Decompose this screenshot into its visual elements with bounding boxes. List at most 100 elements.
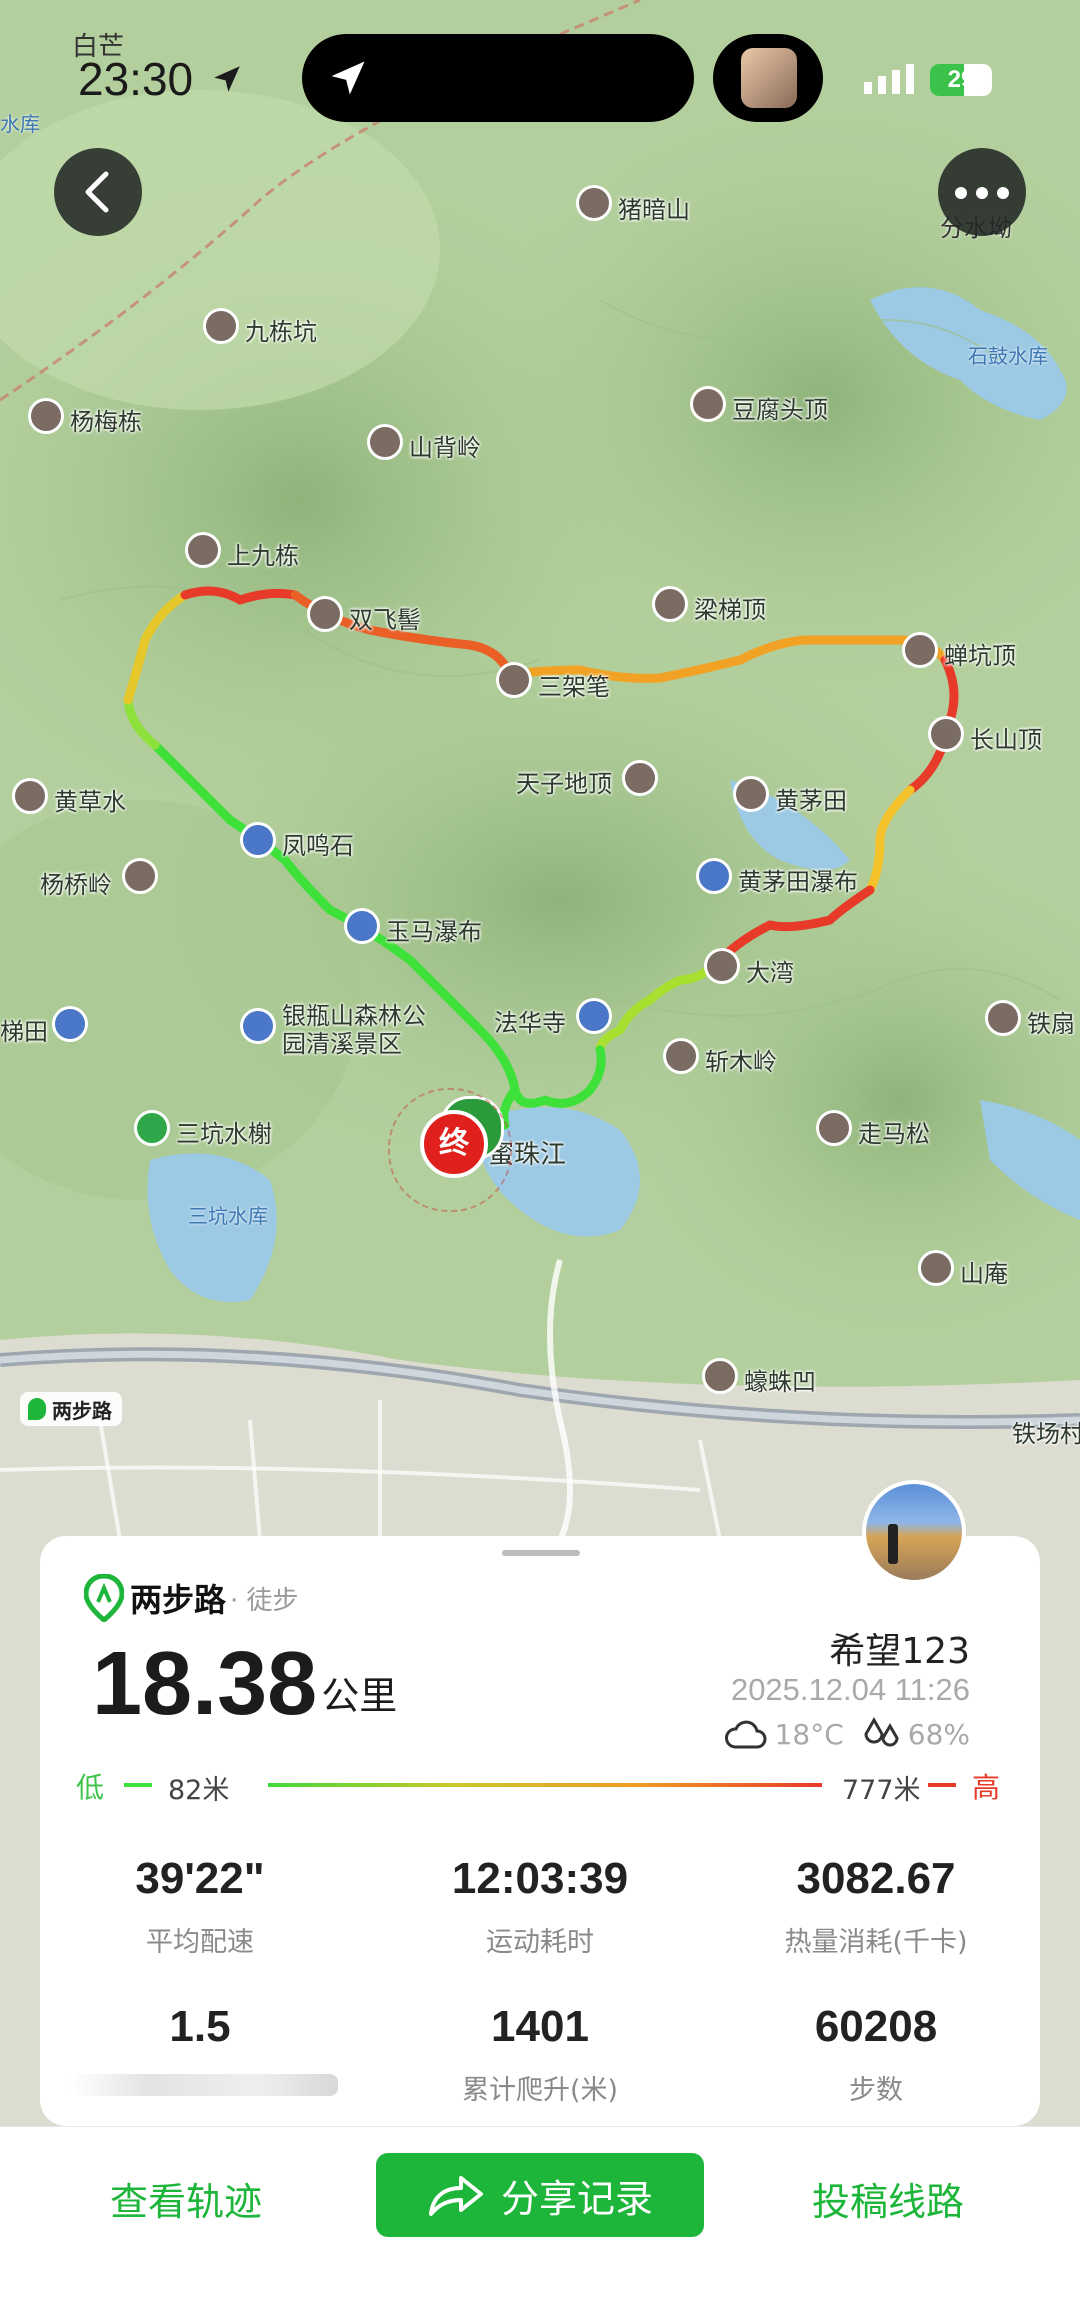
more-button[interactable] [938,148,1026,236]
peak-label[interactable]: 斩木岭 [705,1042,777,1077]
peak-icon[interactable] [704,948,740,984]
peak-label[interactable]: 上九栋 [227,536,299,571]
peak-label[interactable]: 天子地顶 [516,764,612,799]
peak-icon[interactable] [576,185,612,221]
peak-icon[interactable] [367,424,403,460]
cloud-icon [724,1720,766,1749]
avatar-figure [888,1524,898,1564]
distance-row: 18.38 公里 [92,1636,397,1732]
stat-steps-value: 60208 [814,2002,938,2051]
live-activity-bubble[interactable] [713,34,823,122]
battery-percent: 29 [947,66,975,93]
village-label: 铁场村 [1012,1420,1080,1448]
stat-duration-label: 运动耗时 [486,1927,594,1958]
bottom-action-bar: 查看轨迹 分享记录 投稿线路 [0,2126,1080,2308]
peak-label[interactable]: 山庵 [960,1254,1008,1289]
stat-calories-value: 3082.67 [796,1854,956,1903]
peak-icon[interactable] [663,1038,699,1074]
peak-label[interactable]: 山背岭 [409,428,481,463]
peak-icon[interactable] [928,716,964,752]
poi-label[interactable]: 玉马瀑布 [386,912,482,947]
waterfall-icon[interactable] [344,908,380,944]
poi-label[interactable]: 法华寺 [494,1003,566,1038]
peak-label[interactable]: 长山顶 [970,720,1042,755]
peak-label[interactable]: 豆腐头顶 [732,390,828,425]
peak-label[interactable]: 三架笔 [538,667,610,702]
brand-logo-icon [84,1574,124,1622]
elevation-high-line [928,1783,956,1787]
peak-icon[interactable] [185,532,221,568]
poi-label[interactable]: 三坑水榭 [176,1114,272,1149]
peak-label[interactable]: 九栋坑 [245,312,317,347]
peak-icon[interactable] [12,778,48,814]
temperature: 18°C [774,1717,844,1751]
scenic-poi-icon[interactable] [240,822,276,858]
view-track-button[interactable]: 查看轨迹 [110,2171,262,2226]
peak-icon[interactable] [652,586,688,622]
waterfall-icon[interactable] [696,858,732,894]
peak-label[interactable]: 梁梯顶 [694,590,766,625]
user-avatar[interactable] [862,1480,966,1584]
compass-ring [388,1088,512,1212]
status-time: 23:30 [78,53,194,105]
peak-label[interactable]: 大湾 [746,953,794,988]
peak-icon[interactable] [918,1250,954,1286]
dynamic-island[interactable] [302,34,694,122]
location-arrow-icon [214,66,240,92]
back-button[interactable] [54,148,142,236]
stat-avg-pace-value: 39'22" [135,1854,265,1903]
signal-icon [864,64,914,94]
record-datetime: 2025.12.04 11:26 [730,1672,970,1707]
submit-route-button[interactable]: 投稿线路 [812,2171,964,2226]
peak-label[interactable]: 双飞髻 [349,600,421,635]
peak-label[interactable]: 杨桥岭 [40,865,112,900]
stat-calories-label: 热量消耗(千卡) [784,1927,968,1958]
distance-value: 18.38 [92,1634,318,1734]
chevron-left-icon [85,171,109,213]
temple-icon[interactable] [576,998,612,1034]
peak-icon[interactable] [702,1358,738,1394]
peak-label[interactable]: 黄茅田 [775,781,847,816]
peak-label[interactable]: 走马松 [858,1114,930,1149]
peak-label[interactable]: 黄草水 [54,782,126,817]
peak-label[interactable]: 铁扇 [1027,1004,1075,1039]
poi-label[interactable]: 梯田 [0,1012,48,1047]
elevation-low-label: 低 [76,1771,105,1804]
peak-icon[interactable] [307,596,343,632]
peak-icon[interactable] [28,398,64,434]
peak-icon[interactable] [622,760,658,796]
username[interactable]: 希望123 [829,1622,970,1674]
watermark-badge: 两步路 [20,1392,122,1426]
pavilion-icon[interactable] [134,1110,170,1146]
humidity: 68% [907,1717,970,1751]
peak-icon[interactable] [902,632,938,668]
poi-label[interactable]: 银瓶山森林公园清溪景区 [282,1002,442,1058]
more-dots-icon [955,187,1009,199]
peak-label[interactable]: 杨梅栋 [70,402,142,437]
elevation-legend: 低 82米 777米 高 [76,1764,1006,1806]
summary-card[interactable]: 两步路 · 徒步 18.38 公里 希望123 2025.12.04 11:26… [40,1480,1040,2126]
peak-label[interactable]: 蠔蛛凹 [744,1362,816,1397]
share-record-label: 分享记录 [500,2176,653,2221]
peak-label[interactable]: 蝉坑顶 [944,636,1016,671]
live-activity-avatar [741,48,797,108]
peak-icon[interactable] [496,662,532,698]
stat-avg-pace-label: 平均配速 [146,1927,254,1958]
stat-duration-value: 12:03:39 [451,1854,629,1903]
peak-icon[interactable] [203,308,239,344]
peak-icon[interactable] [122,858,158,894]
water-label: 三坑水库 [188,1204,268,1228]
park-icon[interactable] [240,1008,276,1044]
stat-ascent-label: 累计爬升(米) [461,2075,619,2106]
status-bar: 白芒 23:30 29 [0,0,1080,150]
peak-icon[interactable] [733,776,769,812]
peak-icon[interactable] [985,1000,1021,1036]
scenic-poi-icon[interactable] [52,1006,88,1042]
peak-label[interactable]: 猪暗山 [618,190,690,225]
peak-icon[interactable] [690,386,726,422]
poi-label[interactable]: 凤鸣石 [282,826,354,861]
share-record-button[interactable]: 分享记录 [376,2153,704,2237]
poi-label[interactable]: 黄茅田瀑布 [738,862,858,897]
peak-icon[interactable] [816,1110,852,1146]
drag-handle[interactable] [502,1550,580,1556]
